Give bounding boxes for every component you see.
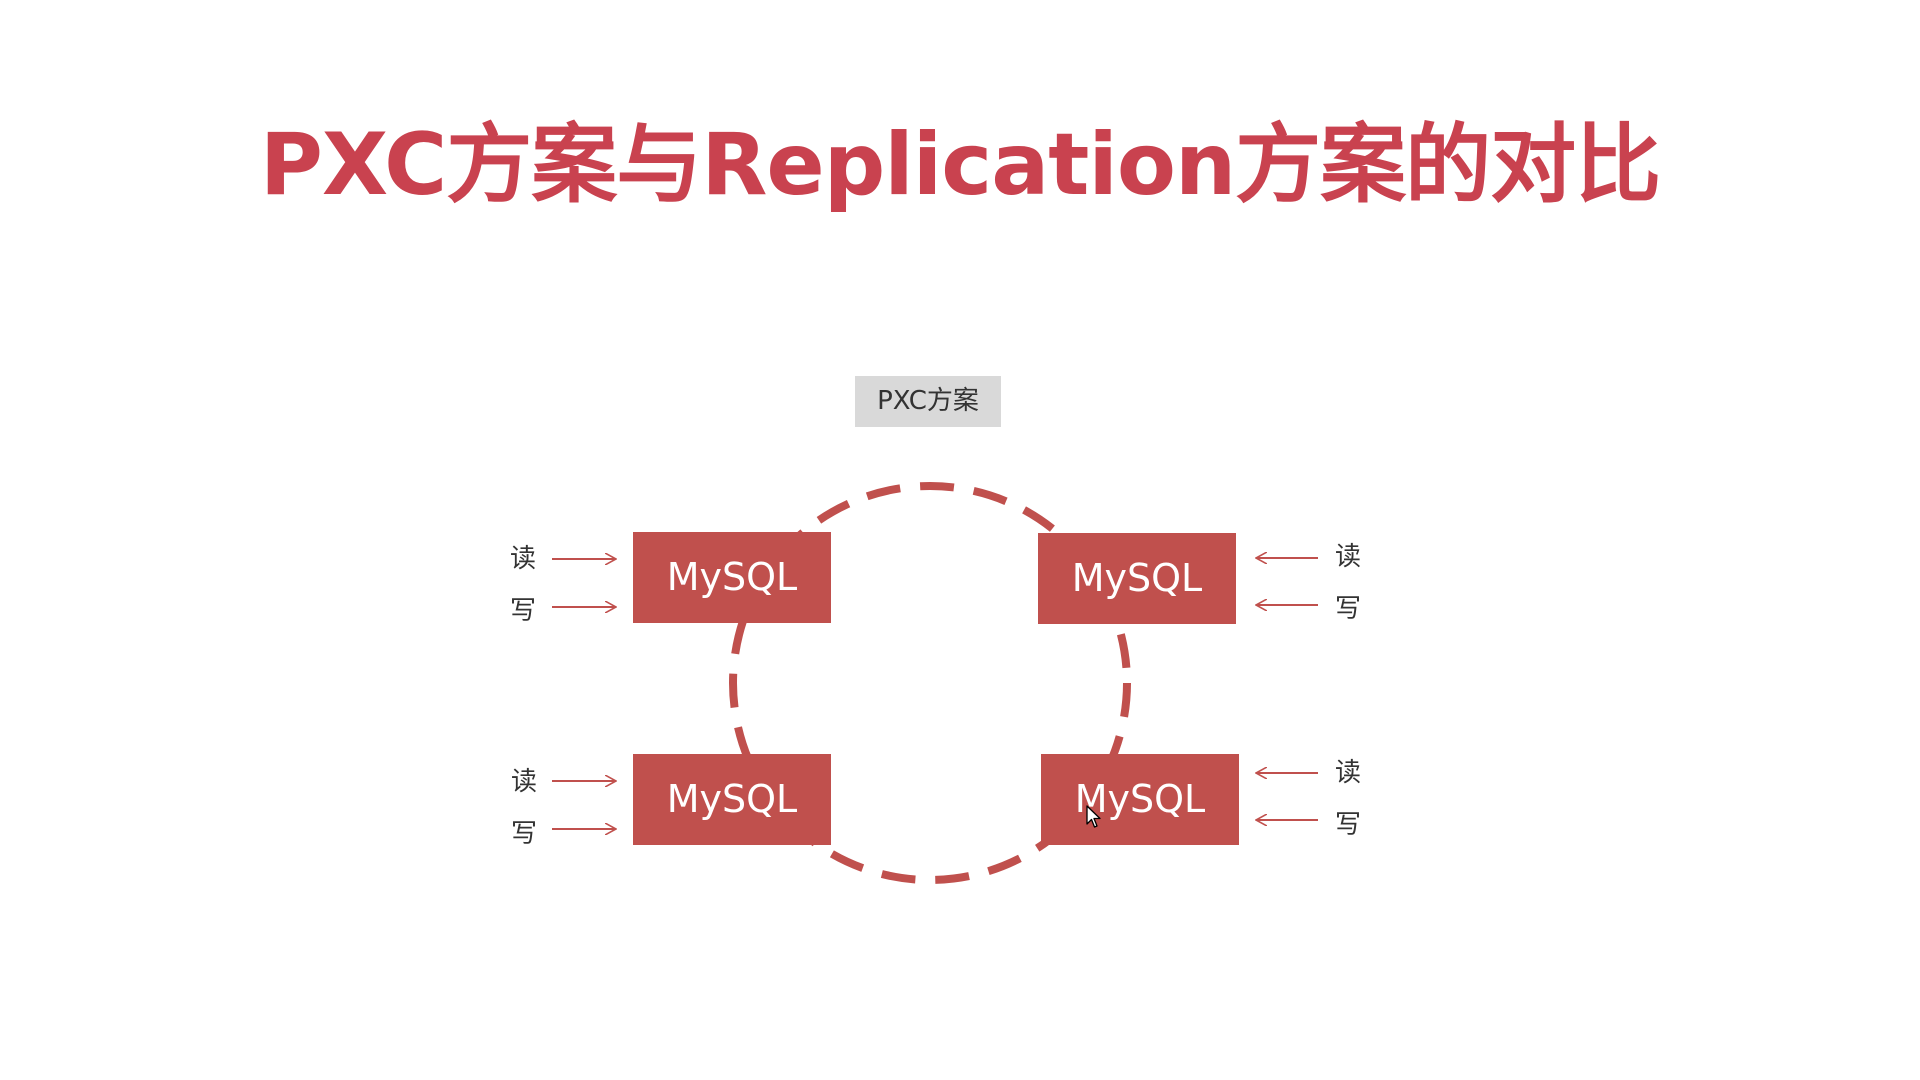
write-label-node-3: 写 [511,819,538,849]
mouse-pointer-icon [1086,805,1101,828]
read-label-node-1: 读 [510,544,537,574]
read-label-node-4: 读 [1335,758,1362,788]
write-label-node-4: 写 [1335,810,1362,840]
mysql-node-bottom-left: MySQL [633,754,831,845]
mysql-node-top-left: MySQL [633,532,831,623]
write-label-node-1: 写 [510,596,537,626]
mysql-node-top-right: MySQL [1038,533,1236,624]
diagram-graphics [552,482,1318,884]
slide: PXC方案与Replication方案的对比 PXC方案 MySQL MySQL… [0,0,1920,1080]
read-label-node-2: 读 [1335,542,1362,572]
write-label-node-2: 写 [1335,594,1362,624]
read-label-node-3: 读 [511,767,538,797]
mysql-node-bottom-right: MySQL [1041,754,1239,845]
